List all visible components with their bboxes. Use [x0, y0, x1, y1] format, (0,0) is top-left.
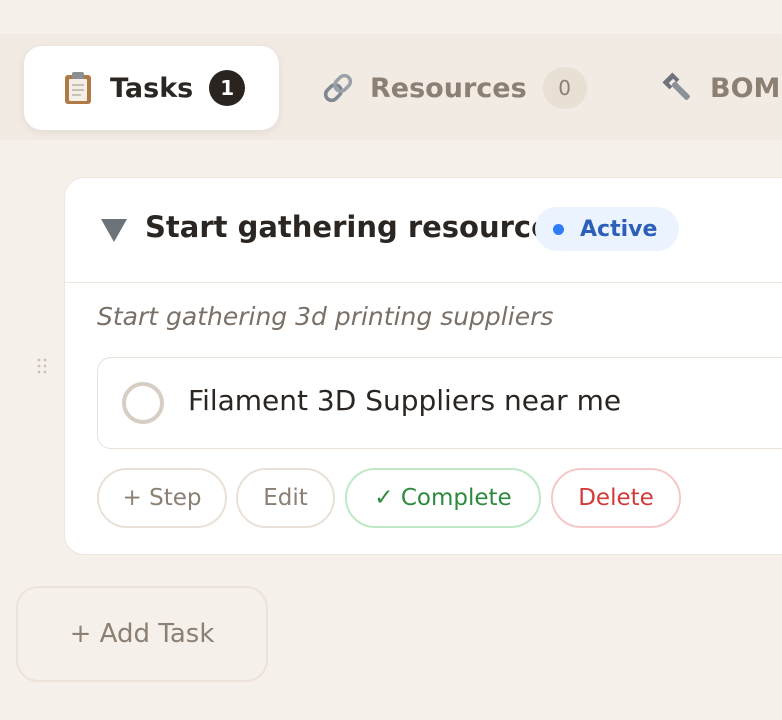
- step-label: Filament 3D Suppliers near me: [188, 384, 622, 417]
- task-card: Start gathering resources Active Start g…: [64, 177, 782, 555]
- tasks-count-badge: 1: [209, 70, 246, 106]
- task-title: Start gathering resources: [145, 210, 569, 244]
- add-task-button[interactable]: + Add Task: [16, 586, 268, 682]
- wrench-icon: [660, 70, 696, 106]
- clipboard-icon: [60, 70, 96, 106]
- tab-tasks-label: Tasks: [110, 72, 194, 104]
- tab-resources-label: Resources: [370, 72, 527, 104]
- tab-bar: Tasks 1 Resources 0 BOM: [0, 34, 782, 140]
- task-board: Tasks 1 Resources 0 BOM Start gathering …: [0, 0, 782, 720]
- complete-button[interactable]: ✓ Complete: [345, 468, 541, 528]
- resources-count-badge: 0: [542, 67, 587, 109]
- task-description: Start gathering 3d printing suppliers: [97, 302, 554, 331]
- status-badge: Active: [535, 207, 680, 251]
- edit-button[interactable]: Edit: [236, 468, 335, 528]
- status-dot-icon: [553, 223, 564, 235]
- add-step-button[interactable]: + Step: [97, 468, 227, 528]
- status-label: Active: [580, 216, 658, 242]
- collapse-triangle-icon[interactable]: [99, 216, 129, 244]
- step-checkbox[interactable]: [122, 382, 164, 424]
- delete-button[interactable]: Delete: [551, 468, 681, 528]
- link-icon: [320, 70, 356, 106]
- task-card-header: Start gathering resources Active: [65, 178, 782, 283]
- tab-resources[interactable]: Resources 0: [318, 46, 587, 130]
- tab-tasks[interactable]: Tasks 1: [24, 46, 279, 130]
- step-row: Filament 3D Suppliers near me: [97, 357, 782, 449]
- drag-handle-icon[interactable]: [34, 356, 52, 376]
- tab-bom-label: BOM: [710, 72, 781, 104]
- tab-bom[interactable]: BOM: [660, 46, 780, 130]
